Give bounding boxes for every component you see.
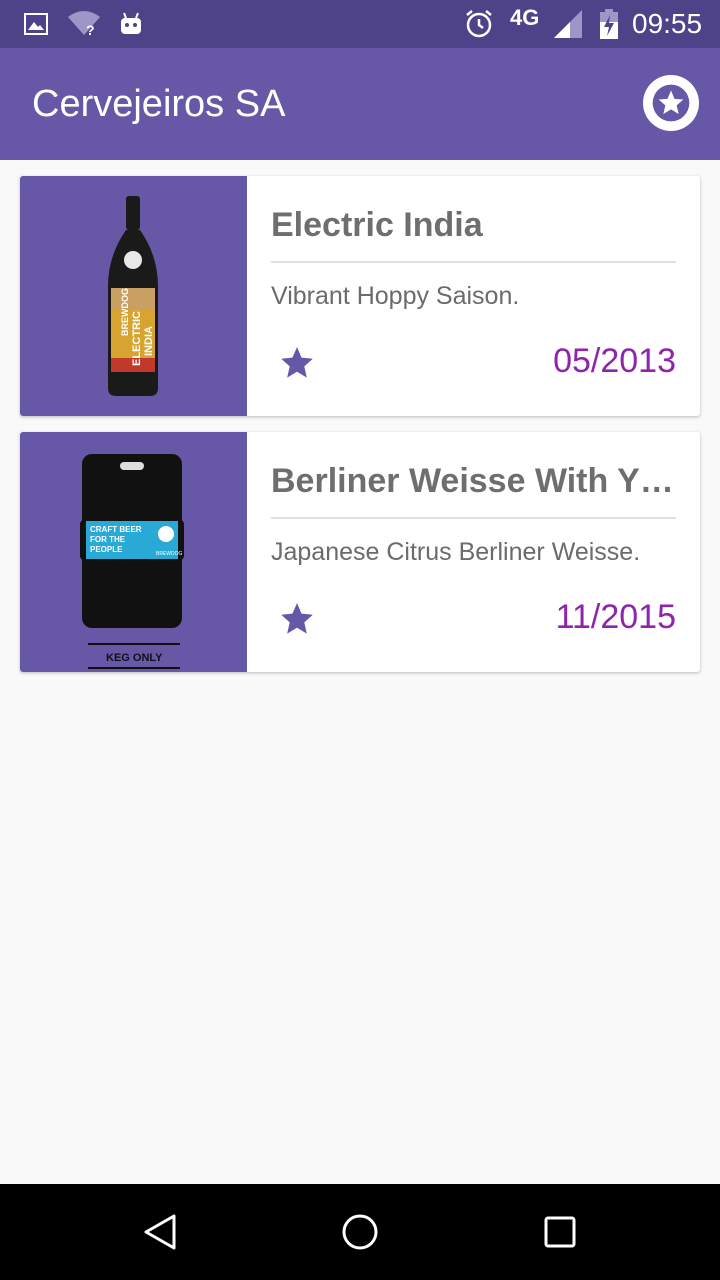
beer-card[interactable]: CRAFT BEER FOR THE PEOPLE BREWDOG KEG ON… — [20, 432, 700, 672]
svg-text:?: ? — [86, 22, 95, 37]
star-icon[interactable] — [278, 344, 316, 382]
star-icon[interactable] — [278, 600, 316, 638]
card-divider — [271, 517, 676, 519]
recents-button[interactable] — [536, 1208, 584, 1256]
home-button[interactable] — [336, 1208, 384, 1256]
bottle-label-text-1: BREWDOG — [120, 288, 130, 336]
keg-label-text-4: BREWDOG — [156, 551, 183, 557]
signal-icon — [552, 0, 584, 48]
bottle-label-text-3: INDIA — [143, 326, 155, 356]
first-brewed-date: 11/2015 — [555, 598, 676, 636]
keg-label-text-2: FOR THE — [90, 535, 126, 544]
keg-label-text-1: CRAFT BEER — [90, 525, 142, 534]
beer-tagline: Japanese Citrus Berliner Weisse. — [271, 538, 641, 566]
bottle-label-text-2: ELECTRIC — [131, 311, 143, 366]
card-divider — [271, 261, 676, 263]
beer-keg-image: CRAFT BEER FOR THE PEOPLE BREWDOG KEG ON… — [80, 454, 184, 669]
gallery-notification-icon — [24, 0, 48, 48]
app-bar: Cervejeiros SA — [0, 48, 720, 160]
beer-bottle-image: BREWDOG ELECTRIC INDIA — [108, 196, 158, 396]
beer-image: BREWDOG ELECTRIC INDIA — [20, 176, 247, 416]
status-bar: ? 4G 09:55 — [0, 0, 720, 48]
home-circle-icon — [342, 1214, 378, 1250]
back-triangle-icon — [144, 1214, 176, 1250]
beer-list: BREWDOG ELECTRIC INDIA Electric India Vi… — [20, 176, 700, 688]
app-title: Cervejeiros SA — [32, 83, 286, 125]
keg-only-text: KEG ONLY — [106, 652, 163, 664]
keg-label-text-3: PEOPLE — [90, 545, 123, 554]
android-icon — [118, 0, 144, 48]
beer-name: Electric India — [271, 206, 483, 244]
favorites-button[interactable] — [643, 75, 699, 131]
beer-tagline: Vibrant Hoppy Saison. — [271, 282, 520, 310]
network-type-label: 4G — [510, 5, 540, 30]
navigation-bar — [0, 1184, 720, 1280]
battery-icon — [598, 0, 620, 48]
back-button[interactable] — [136, 1208, 184, 1256]
first-brewed-date: 05/2013 — [553, 342, 676, 380]
star-circle-icon — [652, 84, 690, 122]
beer-image: CRAFT BEER FOR THE PEOPLE BREWDOG KEG ON… — [20, 432, 247, 672]
beer-card[interactable]: BREWDOG ELECTRIC INDIA Electric India Vi… — [20, 176, 700, 416]
recents-square-icon — [544, 1216, 576, 1248]
wifi-icon: ? — [66, 0, 102, 48]
alarm-icon — [464, 0, 494, 48]
beer-name: Berliner Weisse With Y… — [271, 462, 674, 500]
clock-time: 09:55 — [632, 8, 703, 39]
